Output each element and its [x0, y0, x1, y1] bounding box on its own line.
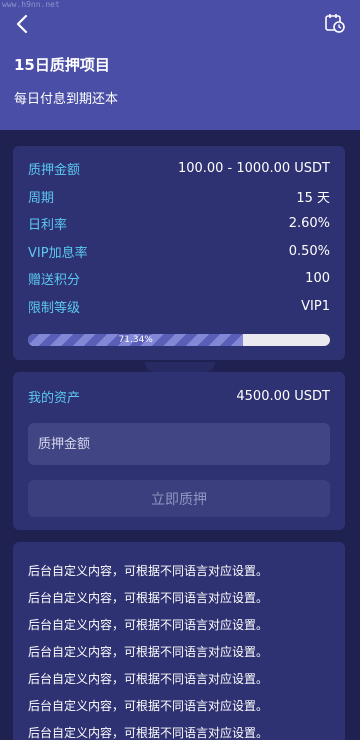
page-subtitle: 每日付息到期还本 — [14, 92, 119, 107]
info-row-daily-rate: 日利率 2.60% — [28, 213, 330, 233]
asset-value: 4500.00 USDT — [236, 388, 330, 404]
pledge-amount-input[interactable] — [28, 423, 330, 465]
info-label: VIP加息率 — [28, 245, 88, 261]
progress-label: 71.34% — [118, 335, 153, 345]
info-label: 日利率 — [28, 217, 68, 233]
info-value: 100 — [305, 270, 330, 286]
asset-row: 我的资产 4500.00 USDT — [28, 386, 330, 406]
description-line: 后台自定义内容，可根据不同语言对应设置。 — [28, 726, 269, 740]
info-value: 15 天 — [296, 190, 330, 206]
back-button[interactable] — [10, 10, 34, 38]
info-label: 赠送积分 — [28, 272, 81, 288]
info-row-period: 周期 15 天 — [28, 186, 330, 206]
asset-card: 我的资产 4500.00 USDT 立即质押 — [13, 372, 345, 530]
info-row-amount: 质押金额 100.00 - 1000.00 USDT — [28, 158, 330, 178]
description-line: 后台自定义内容，可根据不同语言对应设置。 — [28, 591, 269, 605]
progress-bar: 71.34% — [28, 334, 330, 346]
info-label: 周期 — [28, 190, 55, 206]
info-value: 2.60% — [288, 215, 330, 231]
page-title: 15日质押项目 — [14, 56, 110, 74]
info-row-vip-rate: VIP加息率 0.50% — [28, 241, 330, 261]
header-bar: www.h9nn.net 15日质押项目 每日付息到期还本 — [0, 0, 360, 130]
asset-label: 我的资产 — [28, 390, 81, 406]
info-row-bonus-points: 赠送积分 100 — [28, 268, 330, 288]
description-line: 后台自定义内容，可根据不同语言对应设置。 — [28, 564, 269, 578]
info-row-level-limit: 限制等级 VIP1 — [28, 296, 330, 316]
info-label: 质押金额 — [28, 162, 81, 178]
card-connector — [145, 362, 215, 372]
info-value: 100.00 - 1000.00 USDT — [177, 160, 330, 176]
description-line: 后台自定义内容，可根据不同语言对应设置。 — [28, 699, 269, 713]
description-line: 后台自定义内容，可根据不同语言对应设置。 — [28, 672, 269, 686]
project-info-card: 质押金额 100.00 - 1000.00 USDT 周期 15 天 日利率 2… — [13, 146, 345, 360]
info-label: 限制等级 — [28, 300, 81, 316]
watermark-text: www.h9nn.net — [2, 0, 60, 9]
back-arrow-icon — [16, 14, 28, 34]
calendar-clock-icon — [325, 14, 345, 33]
history-button[interactable] — [324, 12, 346, 34]
description-line: 后台自定义内容，可根据不同语言对应设置。 — [28, 645, 269, 659]
pledge-now-button[interactable]: 立即质押 — [28, 480, 330, 517]
description-card: 后台自定义内容，可根据不同语言对应设置。 后台自定义内容，可根据不同语言对应设置… — [13, 542, 345, 740]
info-value: 0.50% — [288, 243, 330, 259]
description-line: 后台自定义内容，可根据不同语言对应设置。 — [28, 618, 269, 632]
info-value: VIP1 — [301, 298, 330, 314]
